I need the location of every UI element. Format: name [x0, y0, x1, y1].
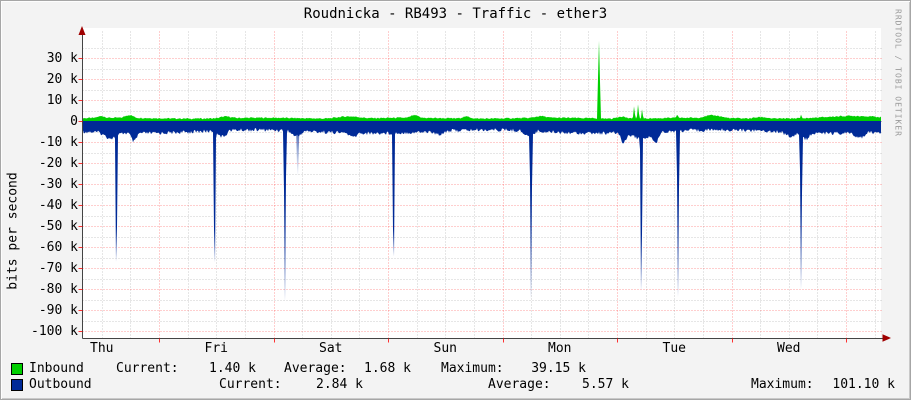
y-tick-label: -50 k [38, 218, 78, 234]
x-axis-arrow [882, 334, 891, 342]
x-day-label: Thu [90, 341, 114, 356]
y-tick-label: -90 k [38, 302, 78, 318]
legend-maximum-value-inbound: 39.15 k [531, 361, 586, 376]
legend-maximum-value-outbound: 101.10 k [832, 377, 895, 392]
y-tick-label: -80 k [38, 281, 78, 297]
legend-average-value-outbound: 5.57 k [582, 377, 629, 392]
legend-average-value-inbound: 1.68 k [364, 361, 411, 376]
legend-swatch-inbound [11, 363, 23, 375]
y-tick-label: -30 k [38, 176, 78, 192]
x-day-label: Wed [777, 341, 801, 356]
y-tick-label: -10 k [38, 134, 78, 150]
plot-canvas [82, 28, 881, 338]
legend-average-label: Average: [488, 377, 551, 392]
y-tick-label: 10 k [46, 92, 78, 108]
legend-current-label: Current: [116, 361, 179, 376]
y-tick-label: 30 k [46, 50, 78, 66]
legend-series-name-outbound: Outbound [29, 377, 92, 392]
y-tick-label: -100 k [31, 323, 78, 339]
y-tick-label: -70 k [38, 260, 78, 276]
x-day-label: Tue [662, 341, 686, 356]
x-day-label: Sat [319, 341, 343, 356]
x-day-label: Sun [433, 341, 457, 356]
legend-series-name-inbound: Inbound [29, 361, 84, 376]
legend-swatch-outbound [11, 379, 23, 391]
legend-current-value-outbound: 2.84 k [316, 377, 363, 392]
legend-current-value-inbound: 1.40 k [209, 361, 256, 376]
x-day-label: Mon [548, 341, 572, 356]
y-tick-label: -20 k [38, 155, 78, 171]
y-tick-label: -40 k [38, 197, 78, 213]
y-tick-label: 20 k [46, 71, 78, 87]
y-tick-label: -60 k [38, 239, 78, 255]
y-tick-label: 0 [70, 113, 78, 129]
rrdtool-graph-window: Roudnicka - RB493 - Traffic - ether3 bit… [0, 0, 911, 400]
legend-current-label: Current: [219, 377, 282, 392]
x-day-label: Fri [204, 341, 228, 356]
